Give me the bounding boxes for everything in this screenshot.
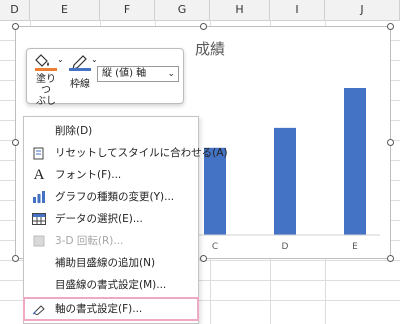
menu-item-label: リセットしてスタイルに合わせる(A): [55, 147, 228, 159]
x-tick-label: C: [212, 242, 218, 252]
fill-label-line-1: 塗りつ: [36, 74, 56, 96]
fill-button[interactable]: ⌄ 塗りつ ぶし: [31, 53, 64, 107]
resize-handle-top-right[interactable]: [387, 23, 394, 30]
bar-D[interactable]: [274, 127, 296, 235]
menu-item-select-data[interactable]: データの選択(E)...: [24, 208, 198, 230]
chart-element-select[interactable]: 縦 (値) 軸 ⌄: [97, 66, 179, 82]
bar-E[interactable]: [344, 88, 366, 235]
resize-handle-top-left[interactable]: [12, 23, 19, 30]
chevron-down-icon: ⌄: [167, 69, 175, 79]
dropdown-arrow-icon[interactable]: ⌄: [57, 55, 64, 64]
menu-item-add-minor-gridlines[interactable]: 補助目盛線の追加(N): [24, 252, 198, 274]
menu-item-label: 補助目盛線の追加(N): [55, 257, 156, 269]
menu-item-label: 3-D 回転(R)...: [55, 235, 124, 247]
resize-handle-bottom-right[interactable]: [387, 255, 394, 262]
3d-rotation-icon: [32, 234, 46, 248]
menu-item-label: 軸の書式設定(F)...: [55, 303, 143, 315]
menu-item-reset-style[interactable]: リセットしてスタイルに合わせる(A): [24, 142, 228, 164]
menu-item-change-chart-type[interactable]: グラフの種類の変更(Y)...: [24, 186, 198, 208]
menu-item-label: フォント(F)...: [55, 169, 122, 181]
menu-item-3d-rotation[interactable]: 3-D 回転(R)...: [24, 230, 198, 252]
dropdown-arrow-icon[interactable]: ⌄: [91, 55, 98, 64]
format-axis-icon: [32, 302, 46, 316]
outline-label: 枠線: [70, 79, 90, 90]
menu-item-label: 目盛線の書式設定(M)...: [55, 279, 167, 291]
resize-handle-middle-right[interactable]: [387, 139, 394, 146]
context-menu: 削除(D) リセットしてスタイルに合わせる(A) A フォント(F)... グラ…: [23, 116, 228, 324]
menu-item-font[interactable]: A フォント(F)...: [24, 164, 198, 186]
menu-item-delete[interactable]: 削除(D): [24, 120, 198, 142]
font-icon: A: [33, 167, 45, 183]
menu-item-format-gridlines[interactable]: 目盛線の書式設定(M)...: [24, 274, 198, 296]
menu-item-format-axis[interactable]: 軸の書式設定(F)...: [23, 297, 199, 321]
select-data-icon: [32, 212, 46, 226]
reset-style-icon: [32, 146, 46, 160]
paint-bucket-icon: [35, 54, 57, 71]
resize-handle-bottom-left[interactable]: [12, 255, 19, 262]
resize-handle-top-center[interactable]: [200, 23, 207, 30]
mini-toolbar: ⌄ 塗りつ ぶし ⌄ 枠線 縦 (値) 軸 ⌄: [26, 48, 184, 107]
chart-type-icon: [32, 190, 46, 204]
menu-item-label: グラフの種類の変更(Y)...: [55, 191, 175, 203]
delete-icon: [32, 124, 46, 138]
x-tick-label: D: [282, 242, 289, 252]
fill-label-line-2: ぶし: [36, 96, 56, 107]
pen-icon: [69, 55, 91, 71]
menu-item-label: データの選択(E)...: [55, 213, 143, 225]
chart-element-select-value: 縦 (値) 軸: [102, 68, 147, 79]
outline-button[interactable]: ⌄ 枠線: [65, 53, 98, 90]
resize-handle-middle-left[interactable]: [12, 139, 19, 146]
x-tick-label: E: [352, 242, 358, 252]
menu-item-label: 削除(D): [55, 125, 93, 137]
resize-handle-bottom-center[interactable]: [200, 255, 207, 262]
